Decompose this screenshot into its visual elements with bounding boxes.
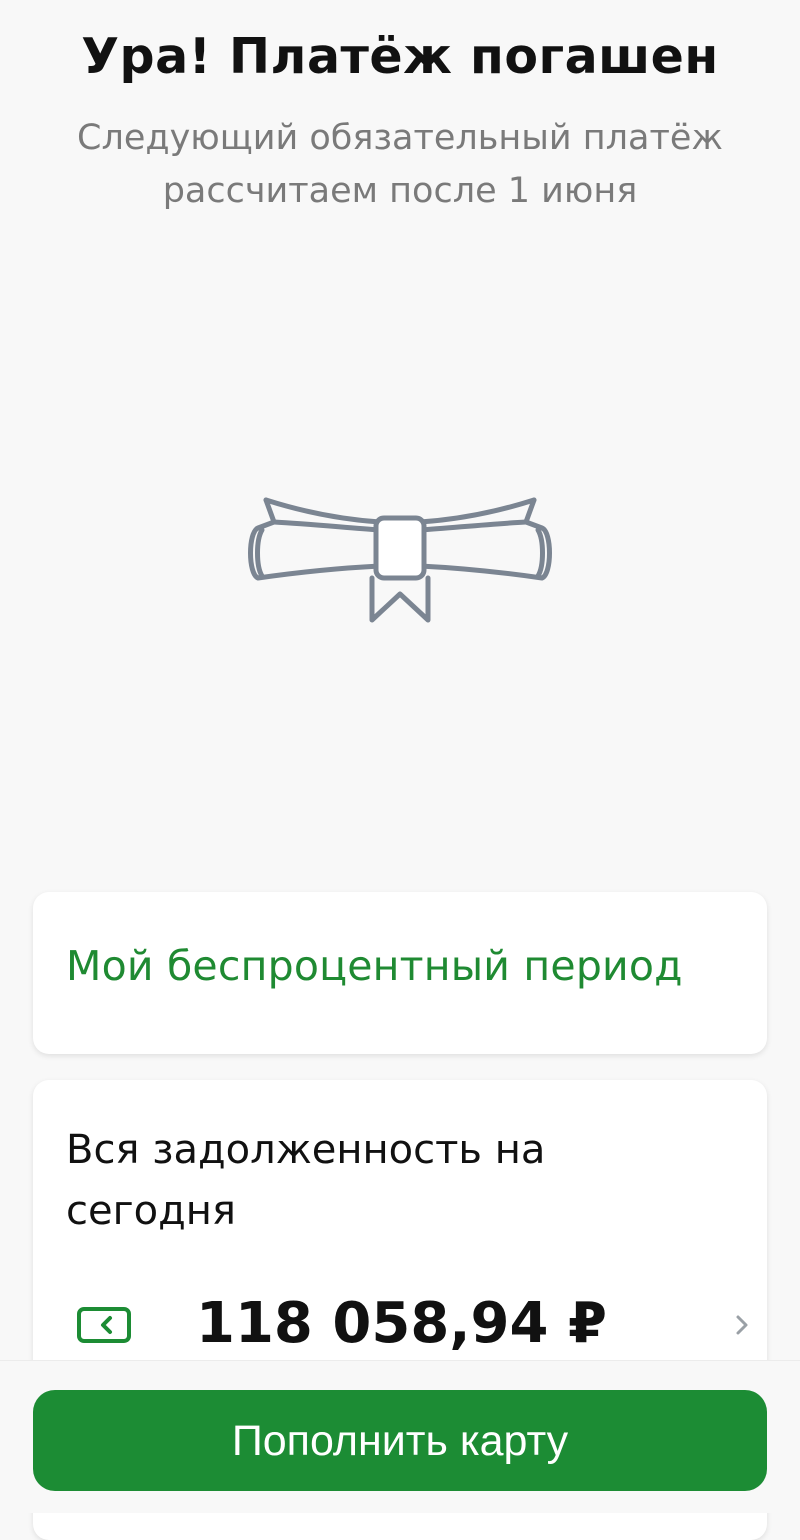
chevron-right-icon <box>734 1313 750 1337</box>
top-up-card-button[interactable]: Пополнить карту <box>33 1390 767 1491</box>
total-debt-row[interactable]: 118 058,94 ₽ <box>66 1285 756 1365</box>
total-debt-label-line-1: Вся задолженность на <box>66 1127 546 1173</box>
subtitle-line-1: Следующий обязательный платёж <box>77 118 723 158</box>
diploma-scroll-icon <box>240 490 560 630</box>
total-debt-amount: 118 058,94 ₽ <box>196 1291 607 1356</box>
subtitle-line-2: рассчитаем после 1 июня <box>162 171 638 211</box>
page-title: Ура! Платёж погашен <box>81 28 719 85</box>
page-subtitle: Следующий обязательный платёж рассчитаем… <box>0 112 800 218</box>
interest-free-period-link[interactable]: Мой беспроцентный период <box>66 942 683 990</box>
total-debt-label-line-2: сегодня <box>66 1188 236 1234</box>
bottom-action-bar: Пополнить карту <box>0 1360 800 1513</box>
bank-card-icon <box>76 1305 132 1345</box>
interest-free-period-card[interactable]: Мой беспроцентный период <box>33 892 767 1054</box>
total-debt-label: Вся задолженность на сегодня <box>66 1120 686 1242</box>
